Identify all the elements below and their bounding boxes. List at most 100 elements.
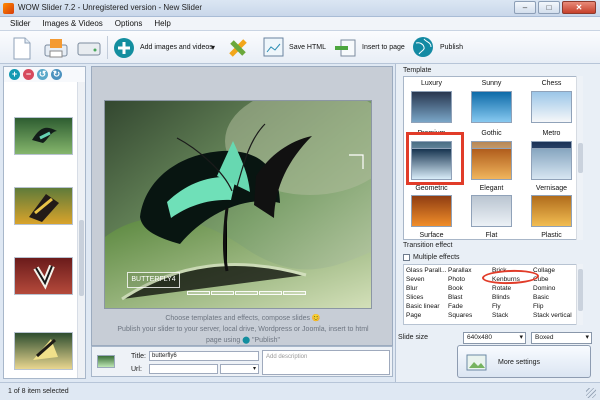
new-document-icon (13, 37, 31, 59)
more-settings-button[interactable]: More settings (457, 345, 591, 378)
slide-mode-select[interactable]: Boxed (531, 332, 592, 344)
slide-size-select[interactable]: 640x480 (463, 332, 526, 344)
menu-options[interactable]: Options (109, 19, 149, 28)
effect-slices[interactable]: Slices (406, 294, 423, 302)
template-geometric-label: Geometric (415, 185, 448, 192)
minimize-button[interactable]: – (514, 1, 536, 14)
slides-scroll-thumb[interactable] (79, 220, 84, 296)
effect-stack[interactable]: Stack (492, 312, 508, 320)
maximize-button[interactable]: □ (538, 1, 560, 14)
effect-page[interactable]: Page (406, 312, 421, 320)
slide-thumbnail[interactable] (14, 257, 73, 295)
slider-bullets[interactable] (187, 291, 306, 295)
slide-thumbnail[interactable] (14, 332, 73, 370)
effect-blast[interactable]: Blast (448, 294, 462, 302)
slides-toolbar: + − ↺ ↻ (4, 67, 85, 81)
template-luxury[interactable]: Luxury (404, 77, 459, 130)
menu-slider[interactable]: Slider (4, 19, 36, 28)
rotate-right-icon[interactable]: ↻ (51, 68, 62, 80)
rotate-left-icon[interactable]: ↺ (37, 68, 48, 80)
template-surface-preview (411, 195, 452, 227)
mini-publish-icon: ⬤ (242, 337, 251, 344)
open-slider-button[interactable] (42, 34, 70, 61)
add-images-button[interactable]: Add images and videos (112, 34, 213, 61)
slide-thumbnail[interactable] (14, 117, 73, 155)
template-scroll-thumb[interactable] (578, 143, 583, 173)
menu-images-videos[interactable]: Images & Videos (36, 19, 108, 28)
template-sunny[interactable]: Sunny (464, 77, 519, 130)
slider-bullet[interactable] (235, 291, 258, 295)
effect-blur[interactable]: Blur (406, 285, 418, 293)
new-slider-button[interactable] (8, 34, 36, 61)
template-vernisage[interactable]: Vernisage (524, 146, 579, 199)
insert-to-page-button[interactable]: Insert to page (333, 34, 407, 61)
main-toolbar: Add images and videos ▾ Save HTML Insert… (0, 31, 600, 64)
window-controls: – □ ✕ (514, 1, 596, 14)
menu-bar: Slider Images & Videos Options Help (0, 17, 600, 31)
resize-grip-icon[interactable] (586, 388, 596, 398)
effect-book[interactable]: Book (448, 285, 463, 293)
effect-stack-vertical[interactable]: Stack vertical (533, 312, 572, 320)
save-html-button[interactable]: Save HTML (261, 34, 326, 61)
butterfly-thumb-3-icon (33, 264, 55, 290)
publish-hint: "Publish" (252, 337, 280, 344)
template-elegant-label: Elegant (479, 185, 504, 192)
effect-squares[interactable]: Squares (448, 312, 472, 320)
effect-basic[interactable]: Basic (533, 294, 549, 302)
template-chess-label: Chess (541, 80, 562, 87)
add-icon[interactable]: + (9, 68, 20, 80)
slide-size-label: Slide size (398, 334, 428, 341)
slider-bullet[interactable] (283, 291, 306, 295)
effect-rotate[interactable]: Rotate (492, 285, 511, 293)
template-flat[interactable]: Flat (464, 193, 519, 239)
slider-bullet[interactable] (187, 291, 210, 295)
effect-flip[interactable]: Flip (533, 303, 543, 311)
close-button[interactable]: ✕ (562, 1, 596, 14)
effect-domino[interactable]: Domino (533, 285, 555, 293)
slides-scrollbar[interactable] (77, 82, 85, 378)
url-input[interactable] (149, 364, 218, 374)
template-sunny-preview (471, 91, 512, 123)
template-section-title: Template (403, 67, 432, 74)
template-plastic[interactable]: Plastic (524, 193, 579, 239)
selected-template-highlight (406, 132, 464, 185)
status-bar: 1 of 8 item selected (0, 382, 600, 400)
template-chess[interactable]: Chess (524, 77, 579, 130)
save-project-button[interactable] (75, 34, 103, 61)
effect-fly[interactable]: Fly (492, 303, 501, 311)
help-prefix: page using (206, 337, 241, 344)
effects-scrollbar[interactable] (576, 264, 583, 325)
template-vernisage-preview (531, 148, 572, 180)
effect-glass-parallax[interactable]: Glass Parall... (406, 267, 446, 275)
effect-photo[interactable]: Photo (448, 276, 465, 284)
help-line-2: Publish your slider to your server, loca… (117, 326, 369, 333)
slide-thumbnail-list[interactable] (4, 82, 85, 378)
effects-scroll-thumb[interactable] (578, 269, 583, 311)
template-surface[interactable]: Surface (404, 193, 459, 239)
effect-parallax[interactable]: Parallax (448, 267, 471, 275)
menu-help[interactable]: Help (148, 19, 176, 28)
effect-seven[interactable]: Seven (406, 276, 424, 284)
transition-section-title: Transition effect (403, 242, 453, 249)
globe-icon (413, 37, 433, 57)
settings-tools-button[interactable] (225, 34, 253, 61)
slider-bullet[interactable] (259, 291, 282, 295)
effect-fade[interactable]: Fade (448, 303, 463, 311)
effect-basic-linear[interactable]: Basic linear (406, 303, 440, 311)
template-elegant[interactable]: Elegant (464, 146, 519, 199)
description-textarea[interactable]: Add description (262, 350, 390, 375)
title-input[interactable]: butterfly6 (149, 351, 259, 361)
butterfly-preview-image[interactable]: BUTTERFLY4 (104, 100, 372, 309)
slide-caption: BUTTERFLY4 (127, 272, 180, 288)
effect-blinds[interactable]: Blinds (492, 294, 510, 302)
template-scrollbar[interactable] (576, 76, 583, 240)
wow-slider-app-icon (3, 3, 14, 14)
butterfly-thumb-2-icon (29, 194, 59, 222)
multiple-effects-checkbox[interactable] (403, 254, 410, 261)
slider-bullet[interactable] (211, 291, 234, 295)
remove-icon[interactable]: − (23, 68, 34, 80)
add-images-dropdown[interactable]: ▾ (211, 34, 221, 61)
publish-button[interactable]: Publish (411, 34, 467, 61)
url-target-select[interactable]: ▾ (220, 364, 259, 374)
slide-thumbnail[interactable] (14, 187, 73, 225)
